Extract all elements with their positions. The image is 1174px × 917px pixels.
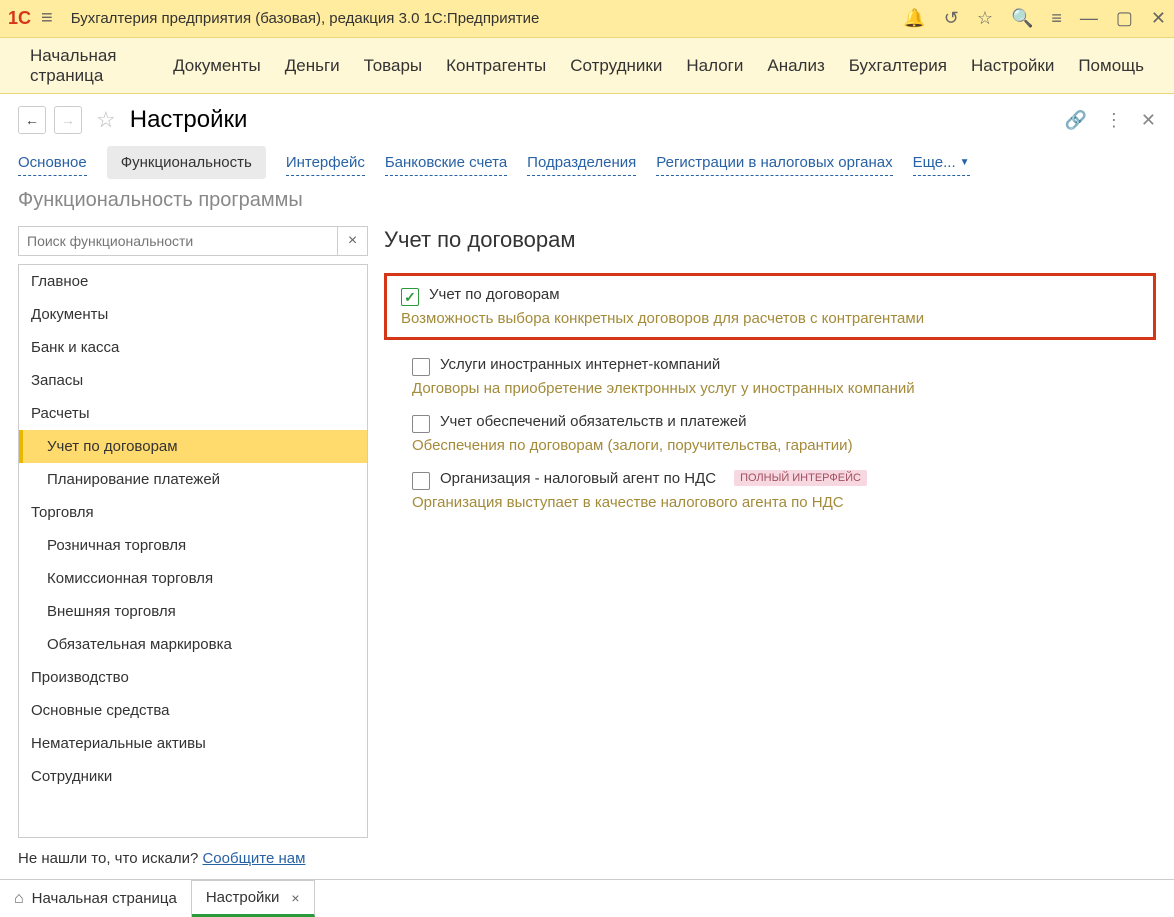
home-icon: ⌂ [14, 890, 24, 908]
tree-employees[interactable]: Сотрудники [19, 760, 367, 793]
favorite-icon[interactable]: ☆ [96, 107, 116, 133]
bottom-tab-settings[interactable]: Настройки × [192, 880, 315, 917]
tree-payment-planning[interactable]: Планирование платежей [19, 463, 367, 496]
app-logo: 1C [8, 8, 31, 29]
menu-settings[interactable]: Настройки [961, 50, 1064, 82]
title-icons: 🔔 ↺ ☆ 🔍 ≡ — ▢ ✕ [903, 8, 1166, 29]
tree-documents[interactable]: Документы [19, 298, 367, 331]
left-column: Функциональность программы × Главное Док… [18, 189, 368, 838]
titlebar: 1C ≡ Бухгалтерия предприятия (базовая), … [0, 0, 1174, 38]
tree-marking[interactable]: Обязательная маркировка [19, 628, 367, 661]
tab-main[interactable]: Основное [18, 150, 87, 176]
tree-production[interactable]: Производство [19, 661, 367, 694]
option-foreign-internet: Услуги иностранных интернет-компаний Дог… [384, 350, 1156, 403]
close-icon[interactable]: ✕ [1151, 8, 1166, 29]
menu-home[interactable]: Начальная страница [20, 40, 159, 92]
option-desc: Обеспечения по договорам (залоги, поручи… [412, 437, 1142, 454]
tree-settlements[interactable]: Расчеты [19, 397, 367, 430]
tab-interface[interactable]: Интерфейс [286, 150, 365, 176]
tab-more[interactable]: Еще...▼ [913, 150, 970, 176]
right-column: Учет по договорам Учет по договорам Возм… [384, 189, 1156, 838]
maximize-icon[interactable]: ▢ [1116, 8, 1133, 29]
menu-counterparties[interactable]: Контрагенты [436, 50, 556, 82]
tree-foreign-trade[interactable]: Внешняя торговля [19, 595, 367, 628]
section-title: Функциональность программы [18, 189, 368, 212]
menu-accounting[interactable]: Бухгалтерия [839, 50, 957, 82]
tree-contracts[interactable]: Учет по договорам [19, 430, 367, 463]
checkbox-contracts[interactable] [401, 288, 419, 306]
tree-intangible[interactable]: Нематериальные активы [19, 727, 367, 760]
menu-analysis[interactable]: Анализ [757, 50, 834, 82]
main-option-row[interactable]: Учет по договорам [401, 286, 1139, 306]
option-desc: Организация выступает в качестве налогов… [412, 494, 1142, 511]
option-desc: Договоры на приобретение электронных усл… [412, 380, 1142, 397]
app-title: Бухгалтерия предприятия (базовая), редак… [71, 10, 894, 27]
bottom-tab-label: Настройки [206, 889, 280, 906]
option-vat-agent: Организация - налоговый агент по НДС ПОЛ… [384, 464, 1156, 517]
bottom-tab-home[interactable]: ⌂ Начальная страница [0, 880, 192, 917]
tree-trade[interactable]: Торговля [19, 496, 367, 529]
footer-prompt: Не нашли то, что искали? [18, 850, 202, 867]
tree-commission[interactable]: Комиссионная торговля [19, 562, 367, 595]
more-icon[interactable]: ⋮ [1105, 110, 1123, 131]
menu-taxes[interactable]: Налоги [676, 50, 753, 82]
tab-bank-accounts[interactable]: Банковские счета [385, 150, 507, 176]
main-option-label: Учет по договорам [429, 286, 560, 303]
footer-link[interactable]: Сообщите нам [202, 850, 305, 867]
page-close-icon[interactable]: ✕ [1141, 110, 1156, 131]
page-title: Настройки [130, 106, 248, 134]
checkbox-foreign-internet[interactable] [412, 358, 430, 376]
menu-documents[interactable]: Документы [163, 50, 271, 82]
nav-back-button[interactable]: ← [18, 106, 46, 134]
tree-fixed-assets[interactable]: Основные средства [19, 694, 367, 727]
search-row: × [18, 226, 368, 256]
bottom-tabs: ⌂ Начальная страница Настройки × [0, 879, 1174, 917]
tree-retail[interactable]: Розничная торговля [19, 529, 367, 562]
menu-help[interactable]: Помощь [1068, 50, 1154, 82]
history-icon[interactable]: ↺ [944, 8, 959, 29]
menu-goods[interactable]: Товары [354, 50, 432, 82]
search-clear-button[interactable]: × [338, 226, 368, 256]
option-label: Организация - налоговый агент по НДС [440, 470, 716, 487]
content: Функциональность программы × Главное Док… [0, 189, 1174, 838]
tree-main[interactable]: Главное [19, 265, 367, 298]
burger-icon[interactable]: ≡ [41, 7, 53, 30]
tree-stock[interactable]: Запасы [19, 364, 367, 397]
minimize-icon[interactable]: — [1080, 8, 1098, 29]
bottom-tab-label: Начальная страница [32, 890, 177, 907]
tab-departments[interactable]: Подразделения [527, 150, 636, 176]
checkbox-vat-agent[interactable] [412, 472, 430, 490]
tree-bank[interactable]: Банк и касса [19, 331, 367, 364]
tab-tax-registrations[interactable]: Регистрации в налоговых органах [656, 150, 892, 176]
menu-employees[interactable]: Сотрудники [560, 50, 672, 82]
menu-money[interactable]: Деньги [275, 50, 350, 82]
footer-tip: Не нашли то, что искали? Сообщите нам [0, 838, 1174, 879]
main-option-desc: Возможность выбора конкретных договоров … [401, 310, 1139, 327]
nav-forward-button[interactable]: → [54, 106, 82, 134]
detail-title: Учет по договорам [384, 227, 1156, 253]
page-header-actions: 🔗 ⋮ ✕ [1064, 110, 1156, 131]
page-header: ← → ☆ Настройки 🔗 ⋮ ✕ [0, 94, 1174, 142]
function-tree: Главное Документы Банк и касса Запасы Ра… [18, 264, 368, 838]
sub-tabs: Основное Функциональность Интерфейс Банк… [0, 142, 1174, 189]
chevron-down-icon: ▼ [960, 157, 970, 168]
tab-functionality[interactable]: Функциональность [107, 146, 266, 179]
option-collateral: Учет обеспечений обязательств и платежей… [384, 407, 1156, 460]
search-input[interactable] [18, 226, 338, 256]
bell-icon[interactable]: 🔔 [903, 8, 925, 29]
filter-icon[interactable]: ≡ [1051, 8, 1062, 29]
option-label: Услуги иностранных интернет-компаний [440, 356, 720, 373]
menubar: Начальная страница Документы Деньги Това… [0, 38, 1174, 94]
interface-badge: ПОЛНЫЙ ИНТЕРФЕЙС [734, 470, 867, 486]
link-icon[interactable]: 🔗 [1064, 110, 1086, 131]
star-icon[interactable]: ☆ [977, 8, 993, 29]
option-label: Учет обеспечений обязательств и платежей [440, 413, 746, 430]
tab-close-icon[interactable]: × [291, 890, 299, 906]
checkbox-collateral[interactable] [412, 415, 430, 433]
search-icon[interactable]: 🔍 [1011, 8, 1033, 29]
main-option-highlight: Учет по договорам Возможность выбора кон… [384, 273, 1156, 340]
